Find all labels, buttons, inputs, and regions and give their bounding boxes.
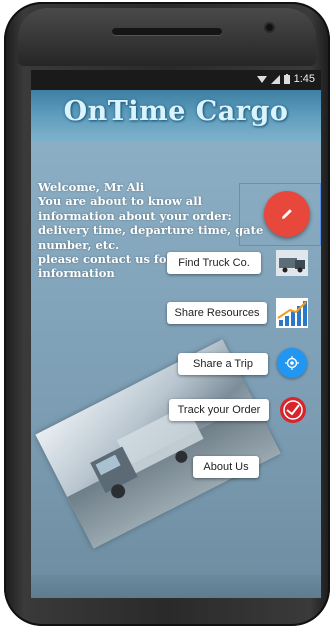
bottom-bar bbox=[31, 575, 321, 598]
find-truck-button[interactable]: Find Truck Co. bbox=[167, 252, 261, 274]
tracking-icon[interactable] bbox=[278, 395, 308, 425]
welcome-line-5: number, etc. bbox=[38, 237, 120, 252]
welcome-line-2: You are about to know all bbox=[38, 194, 202, 209]
bar-chart-icon[interactable] bbox=[276, 297, 308, 329]
signal-icon bbox=[270, 74, 280, 84]
share-trip-button[interactable]: Share a Trip bbox=[178, 353, 268, 375]
app-title: OnTime Cargo bbox=[63, 96, 289, 127]
app-screen: 1:45 OnTime Cargo Welcome, Mr Ali You ar… bbox=[31, 70, 321, 598]
status-time: 1:45 bbox=[293, 73, 315, 85]
speaker-grille bbox=[112, 28, 222, 35]
welcome-line-3: information about your order: bbox=[38, 208, 232, 223]
phone-top-bezel bbox=[18, 8, 316, 66]
wifi-icon bbox=[256, 75, 267, 83]
status-bar: 1:45 bbox=[31, 70, 321, 90]
truck-icon[interactable] bbox=[276, 247, 308, 279]
about-us-button[interactable]: About Us bbox=[193, 456, 259, 478]
welcome-line-1: Welcome, Mr Ali bbox=[38, 180, 145, 194]
battery-icon bbox=[283, 74, 290, 84]
pencil-icon bbox=[282, 209, 292, 219]
welcome-line-4: delivery time, departure time, gate bbox=[38, 223, 264, 238]
share-resources-button[interactable]: Share Resources bbox=[167, 302, 267, 324]
app-header: OnTime Cargo bbox=[31, 90, 321, 142]
location-icon[interactable] bbox=[277, 348, 307, 378]
front-camera bbox=[266, 24, 273, 31]
edit-fab[interactable] bbox=[264, 191, 310, 237]
track-order-button[interactable]: Track your Order bbox=[169, 399, 269, 421]
